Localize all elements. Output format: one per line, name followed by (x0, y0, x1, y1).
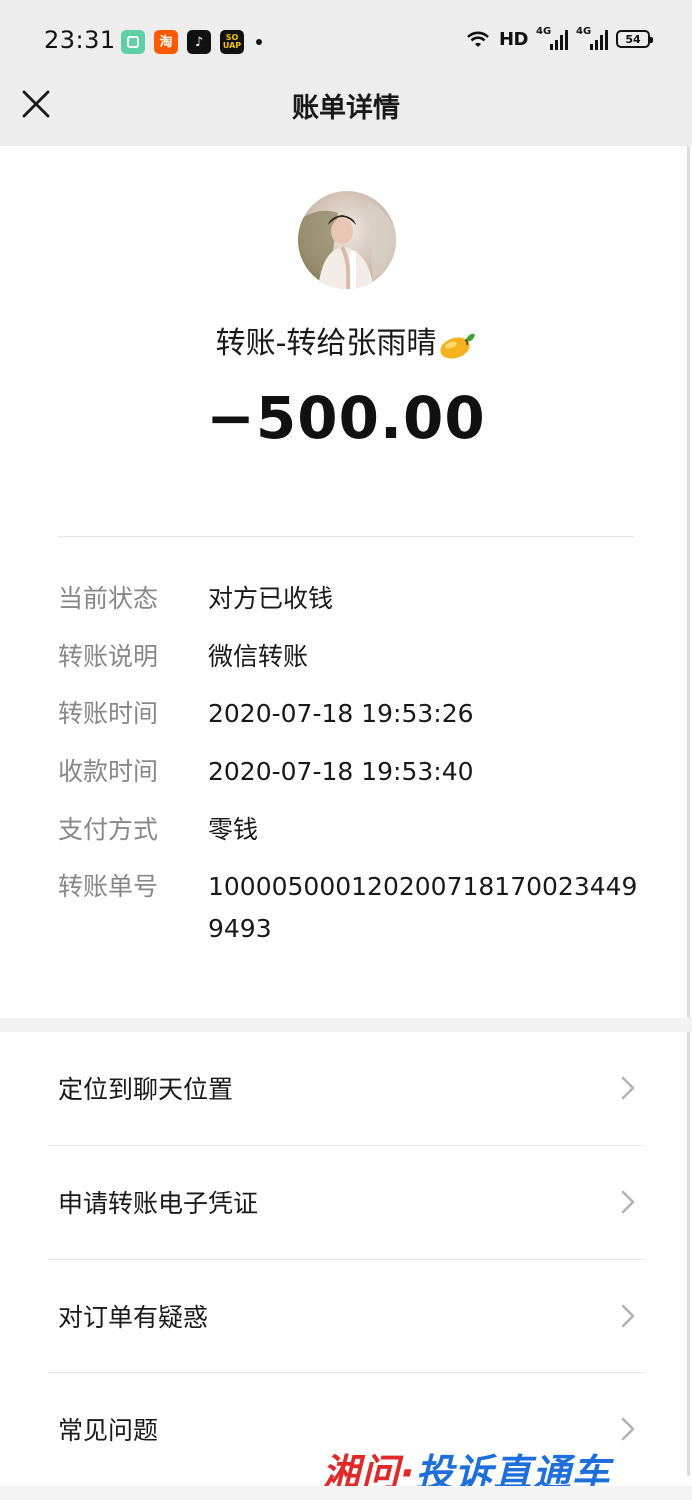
menu-item-label: 常见问题 (58, 1416, 159, 1445)
detail-value: 2020-07-18 19:53:26 (208, 699, 474, 728)
notification-app-icons: 淘 ♪ SO UAP (121, 30, 262, 54)
status-bar: 23:31 淘 ♪ SO UAP HD 4G 4G 54 (0, 0, 692, 70)
battery-icon: 54 (616, 30, 653, 48)
detail-value: 2020-07-18 19:53:40 (208, 757, 474, 786)
soul-icon: SO UAP (220, 30, 244, 54)
transfer-title: 转账-转给张雨晴 (0, 318, 692, 362)
detail-value: 微信转账 (208, 642, 309, 671)
wifi-icon (467, 31, 489, 47)
detail-label: 转账时间 (58, 699, 159, 728)
detail-label: 支付方式 (58, 815, 159, 844)
green-app-icon (121, 30, 145, 54)
chevron-right-icon (621, 1417, 635, 1441)
status-indicators: HD 4G 4G 54 (465, 26, 653, 50)
taobao-icon: 淘 (154, 30, 178, 54)
menu-item-locate-chat[interactable]: 定位到聊天位置 (48, 1032, 644, 1145)
more-notifications-dot (256, 39, 262, 45)
menu-item-label: 对订单有疑惑 (58, 1303, 209, 1332)
hd-indicator: HD (498, 28, 529, 50)
bottom-bar (0, 1486, 692, 1500)
nav-bar: 账单详情 (0, 70, 692, 146)
chevron-right-icon (621, 1190, 635, 1214)
section-gap (0, 1018, 692, 1032)
avatar (298, 191, 396, 289)
menu-item-label: 定位到聊天位置 (58, 1075, 234, 1104)
menu-item-label: 申请转账电子凭证 (58, 1189, 259, 1218)
menu-item-order-question[interactable]: 对订单有疑惑 (48, 1260, 644, 1373)
chevron-right-icon (621, 1076, 635, 1100)
detail-label: 转账单号 (58, 872, 159, 901)
divider (58, 536, 634, 537)
detail-label: 当前状态 (58, 584, 159, 613)
detail-value: 100005000120200718170023449 9493 (208, 872, 638, 943)
signal-icon-2: 4G (576, 26, 608, 50)
status-time: 23:31 (44, 26, 116, 54)
menu-item-e-voucher[interactable]: 申请转账电子凭证 (48, 1146, 644, 1259)
tiktok-icon: ♪ (187, 30, 211, 54)
detail-value: 对方已收钱 (208, 584, 334, 613)
page-title: 账单详情 (292, 93, 400, 124)
detail-label: 转账说明 (58, 642, 159, 671)
detail-value: 零钱 (208, 815, 259, 844)
chevron-right-icon (621, 1304, 635, 1328)
signal-icon-1: 4G (536, 26, 568, 50)
mango-emoji-icon (440, 333, 476, 359)
transfer-amount: −500.00 (206, 384, 486, 452)
detail-label: 收款时间 (58, 757, 159, 786)
